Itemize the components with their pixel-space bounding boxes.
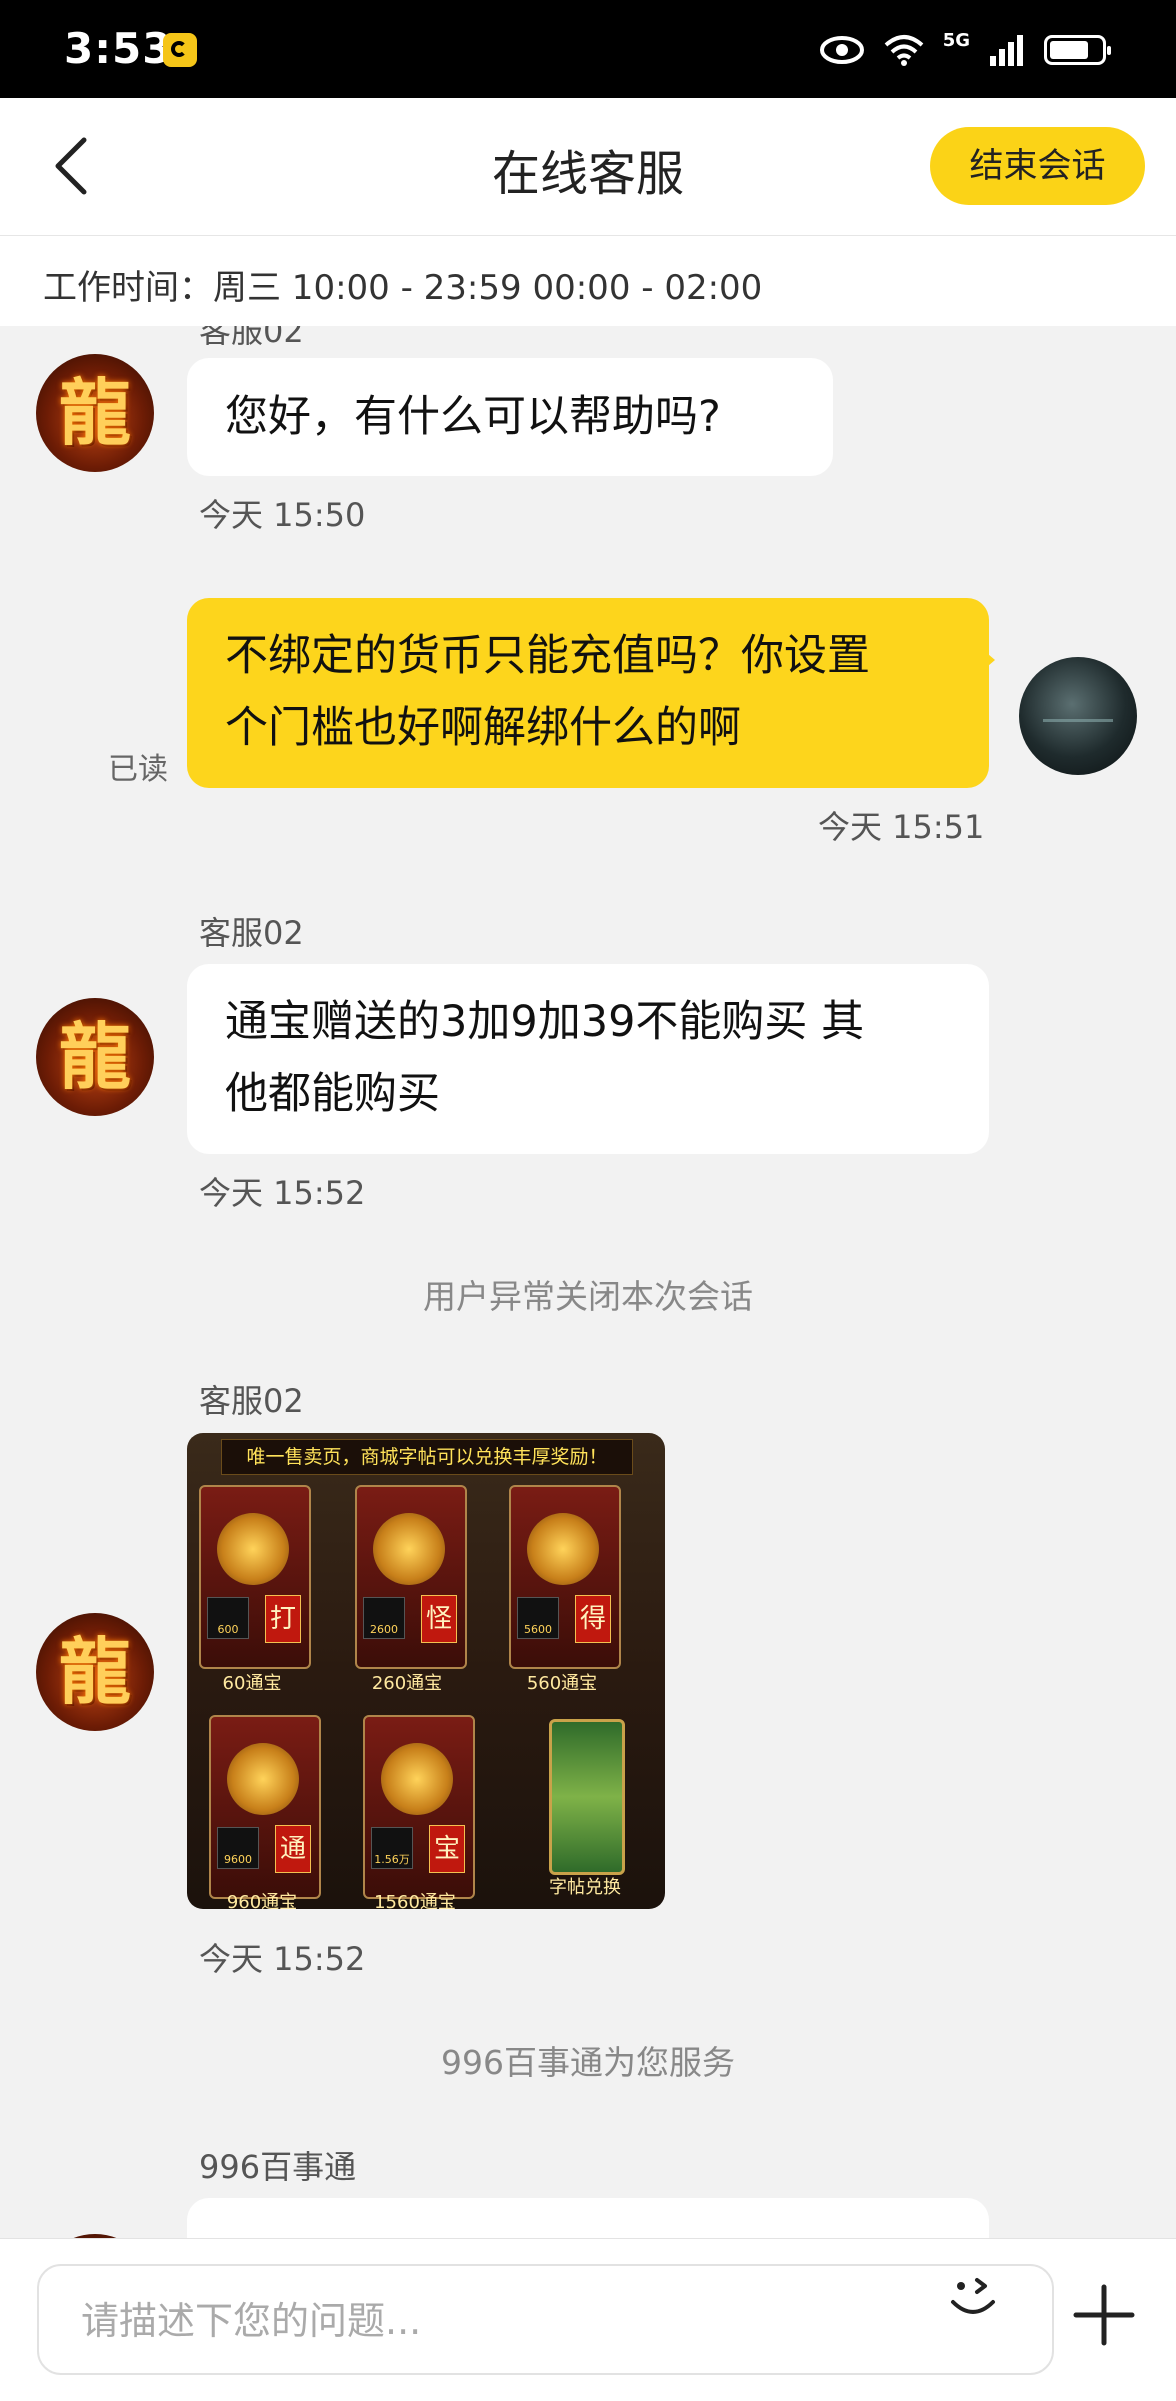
agent-avatar[interactable]: 龍 xyxy=(36,354,154,472)
jade-token xyxy=(549,1719,625,1875)
network-type: 5G xyxy=(942,29,970,51)
card-label: 60通宝 xyxy=(222,1673,282,1694)
work-time-text: 工作时间：周三 10:00 - 23:59 00:00 - 02:00 xyxy=(43,268,763,308)
message-bubble[interactable]: 通宝赠送的3加9加39不能购买 其 他都能购买 xyxy=(187,964,989,1154)
chat-list[interactable]: 客服02 龍 您好，有什么可以帮助吗? 今天 15:50 不绑定的货币只能充值吗… xyxy=(0,326,1176,2238)
agent-avatar[interactable]: 龍 xyxy=(36,998,154,1116)
chat-header: 在线客服 结束会话 xyxy=(0,98,1176,236)
card-tag: 通 xyxy=(275,1825,311,1873)
sender-name: 996百事通 xyxy=(199,2148,357,2186)
signal-icon xyxy=(990,35,1023,66)
card-label: 560通宝 xyxy=(526,1673,598,1694)
card-tag: 宝 xyxy=(429,1825,465,1873)
work-time-banner: 工作时间：周三 10:00 - 23:59 00:00 - 02:00 xyxy=(0,236,1176,326)
user-avatar[interactable] xyxy=(1019,657,1137,775)
reward-card: 600 打 xyxy=(199,1485,311,1669)
message-time: 今天 15:52 xyxy=(199,1940,366,1978)
app-notification-icon xyxy=(163,33,197,67)
message-image[interactable]: 唯一售卖页，商城字帖可以兑换丰厚奖励！ 600 打 60通宝 2600 怪 26… xyxy=(187,1433,665,1909)
message-input[interactable] xyxy=(79,2286,883,2356)
plus-icon[interactable] xyxy=(1072,2283,1136,2347)
card-label: 960通宝 xyxy=(226,1892,298,1909)
battery-icon xyxy=(1044,35,1111,65)
message-time: 今天 15:51 xyxy=(818,808,985,846)
chip-value: 5600 xyxy=(517,1597,559,1639)
message-time: 今天 15:52 xyxy=(199,1174,366,1212)
end-session-button[interactable]: 结束会话 xyxy=(930,127,1145,205)
read-status: 已读 xyxy=(108,752,168,787)
card-tag: 得 xyxy=(575,1595,611,1643)
sender-name: 客服02 xyxy=(199,326,304,350)
wifi-icon xyxy=(884,35,924,66)
reward-card: 9600 通 xyxy=(209,1715,321,1899)
image-banner: 唯一售卖页，商城字帖可以兑换丰厚奖励！ xyxy=(221,1439,633,1475)
message-line: 个门槛也好啊解绑什么的啊 xyxy=(225,703,741,753)
message-line: 他都能购买 xyxy=(225,1069,440,1119)
system-notice: 996百事通为您服务 xyxy=(441,2043,735,2082)
message-bubble[interactable] xyxy=(187,2198,989,2238)
status-icons: 5G xyxy=(819,28,1111,72)
agent-avatar[interactable]: 龍 xyxy=(36,1613,154,1731)
message-line: 通宝赠送的3加9加39不能购买 其 xyxy=(225,997,865,1047)
message-bubble[interactable]: 您好，有什么可以帮助吗? xyxy=(187,358,833,476)
sender-name: 客服02 xyxy=(199,1382,304,1420)
card-label: 1560通宝 xyxy=(374,1892,456,1909)
my-message-bubble[interactable]: 不绑定的货币只能充值吗？你设置 个门槛也好啊解绑什么的啊 xyxy=(187,598,995,788)
card-tag: 打 xyxy=(265,1595,301,1643)
status-time: 3:53 xyxy=(64,24,173,73)
reward-card: 2600 怪 xyxy=(355,1485,467,1669)
message-input-box[interactable] xyxy=(37,2264,1054,2375)
reward-card: 5600 得 xyxy=(509,1485,621,1669)
sender-name: 客服02 xyxy=(199,914,304,952)
reward-card: 1.56万 宝 xyxy=(363,1715,475,1899)
message-time: 今天 15:50 xyxy=(199,496,366,534)
emoji-icon[interactable] xyxy=(943,2266,1003,2326)
card-tag: 怪 xyxy=(421,1595,457,1643)
message-line: 不绑定的货币只能充值吗？你设置 xyxy=(225,631,870,681)
chip-value: 600 xyxy=(207,1597,249,1639)
card-label: 字帖兑换 xyxy=(549,1877,621,1898)
status-bar: 3:53 5G xyxy=(0,0,1176,98)
chip-value: 9600 xyxy=(217,1827,259,1869)
chip-value: 1.56万 xyxy=(371,1827,413,1869)
card-label: 260通宝 xyxy=(371,1673,443,1694)
eye-icon xyxy=(819,36,864,64)
chip-value: 2600 xyxy=(363,1597,405,1639)
system-notice: 用户异常关闭本次会话 xyxy=(423,1277,753,1316)
